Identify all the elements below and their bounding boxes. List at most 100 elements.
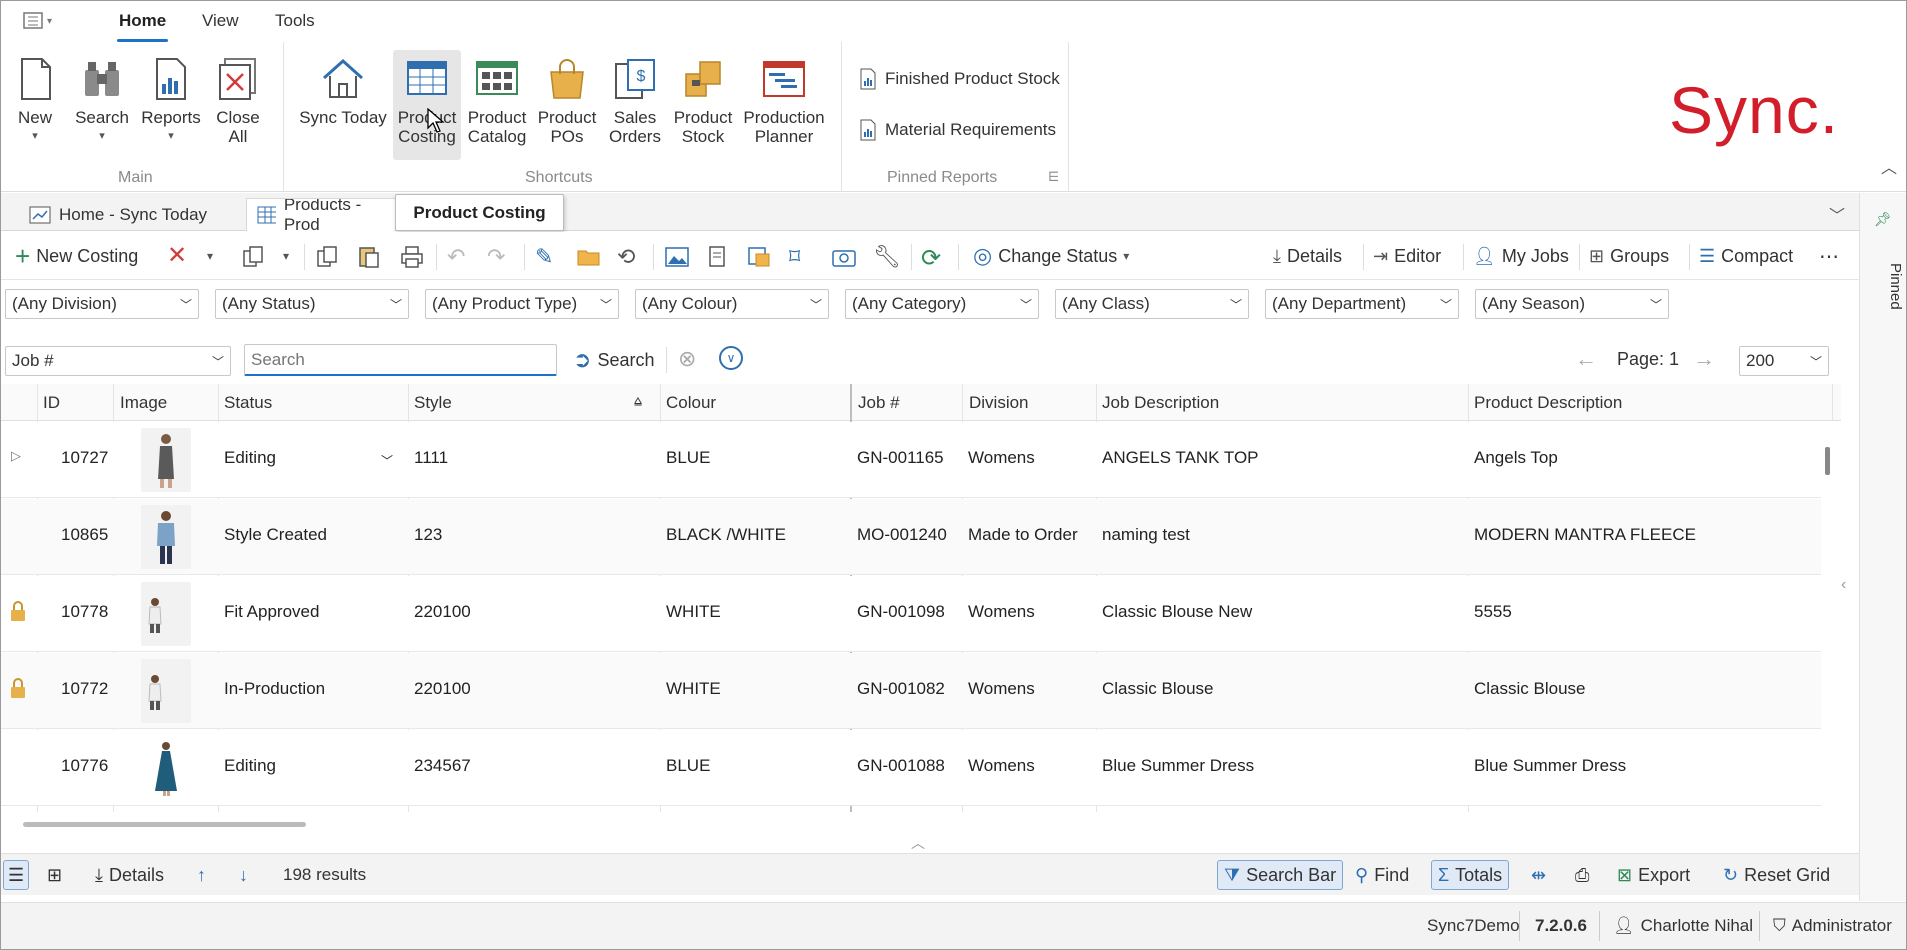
report-layout-icon[interactable] <box>746 244 772 270</box>
move-up-icon[interactable]: ↑ <box>197 860 206 890</box>
undo-icon[interactable]: ↶ <box>447 244 473 270</box>
category-filter[interactable]: (Any Category) ﹀ <box>845 289 1039 319</box>
tabs-dropdown-icon[interactable]: ﹀ <box>1829 202 1845 226</box>
pinned-report-finished-product-stock[interactable]: Finished Product Stock <box>859 68 1060 90</box>
column-header-job[interactable]: Job # <box>858 393 900 413</box>
previous-page-icon[interactable]: ← <box>1575 346 1597 372</box>
move-down-icon[interactable]: ↓ <box>239 860 248 890</box>
reports-button[interactable]: Reports ▾ <box>141 56 201 146</box>
sort-ascending-icon[interactable]: ⩠ <box>634 393 642 409</box>
column-header-image[interactable]: Image <box>120 393 167 413</box>
product-type-filter[interactable]: (Any Product Type) ﹀ <box>425 289 619 319</box>
column-header-colour[interactable]: Colour <box>666 393 716 413</box>
list-view-icon[interactable]: ☰ <box>3 860 30 890</box>
fit-columns-icon[interactable]: ⇹ <box>1531 860 1546 890</box>
find-button[interactable]: ⚲ Find <box>1355 860 1409 890</box>
clear-search-icon[interactable]: ⊗ <box>678 346 696 372</box>
status-filter[interactable]: (Any Status) ﹀ <box>215 289 409 319</box>
wrench-icon[interactable]: 🔧︎ <box>873 244 901 270</box>
refresh-icon[interactable]: ⟳ <box>921 244 947 272</box>
print-preview-icon[interactable]: ⎙ <box>1575 860 1589 890</box>
new-button[interactable]: New ▾ <box>13 56 57 146</box>
copy-special-icon[interactable] <box>241 244 267 270</box>
search-button[interactable]: Search ▾ <box>74 56 130 146</box>
collapse-ribbon-icon[interactable]: ︿ <box>1881 154 1897 178</box>
tab-home[interactable]: Home <box>116 11 169 42</box>
vertical-scrollbar-thumb[interactable] <box>1825 447 1830 475</box>
search-button[interactable]: ➲ Search <box>573 347 654 373</box>
column-header-style[interactable]: Style <box>414 393 452 413</box>
compact-button[interactable]: ☰ Compact <box>1699 242 1793 270</box>
history-icon[interactable]: ⟲ <box>617 244 643 270</box>
redo-icon[interactable]: ↷ <box>487 244 513 270</box>
table-row[interactable]: 10772 In-Production 220100 WHITE GN-0010… <box>1 653 1821 729</box>
paste-icon[interactable] <box>356 244 382 270</box>
expand-row-icon[interactable]: ▷ <box>11 448 21 464</box>
collapse-side-icon[interactable]: ‹ <box>1841 576 1846 594</box>
tag-icon[interactable]: ⌑ <box>789 244 815 270</box>
change-status-button[interactable]: ◎ Change Status ▾ <box>973 242 1129 270</box>
tab-tools[interactable]: Tools <box>275 11 315 31</box>
chevron-down-icon[interactable]: ▾ <box>283 249 309 275</box>
group-options-icon[interactable]: ⋿ <box>1048 169 1059 185</box>
reset-grid-button[interactable]: ↻ Reset Grid <box>1723 860 1830 890</box>
sales-orders-button[interactable]: $ Sales Orders <box>605 56 665 146</box>
search-field-select[interactable]: Job # ﹀ <box>5 346 231 376</box>
print-icon[interactable] <box>399 244 425 270</box>
production-planner-button[interactable]: Production Planner <box>739 56 829 146</box>
folder-icon[interactable] <box>576 244 602 270</box>
new-costing-button[interactable]: + New Costing <box>15 242 138 270</box>
class-filter[interactable]: (Any Class) ﹀ <box>1055 289 1249 319</box>
tab-view[interactable]: View <box>202 11 239 31</box>
editor-button[interactable]: ⇥ Editor <box>1373 242 1441 270</box>
product-costing-button[interactable]: Product Costing <box>393 50 461 160</box>
details-button[interactable]: ⤓ Details <box>1273 242 1342 270</box>
season-filter[interactable]: (Any Season) ﹀ <box>1475 289 1669 319</box>
edit-pencil-icon[interactable]: ✎ <box>535 244 561 270</box>
sync-today-button[interactable]: Sync Today <box>298 56 388 127</box>
more-options-icon[interactable]: ⋯ <box>1819 242 1839 270</box>
search-input[interactable] <box>244 344 557 376</box>
chevron-down-icon[interactable]: ▾ <box>207 249 233 275</box>
camera-icon[interactable] <box>831 244 857 270</box>
image-icon[interactable] <box>664 244 690 270</box>
colour-filter[interactable]: (Any Colour) ﹀ <box>635 289 829 319</box>
next-page-icon[interactable]: → <box>1693 346 1715 372</box>
column-header-status[interactable]: Status <box>224 393 272 413</box>
card-view-icon[interactable]: ⊞ <box>47 860 62 890</box>
close-all-button[interactable]: Close All <box>212 56 264 146</box>
department-filter[interactable]: (Any Department) ﹀ <box>1265 289 1459 319</box>
table-row[interactable]: 10865 Style Created 123 BLACK /WHITE MO-… <box>1 499 1821 575</box>
my-jobs-button[interactable]: 👤︎ My Jobs <box>1473 242 1569 270</box>
expand-panel-icon[interactable]: ︿ <box>911 833 925 853</box>
tab-products[interactable]: Products - Prod <box>246 198 396 231</box>
column-header-division[interactable]: Division <box>969 393 1029 413</box>
expand-search-icon[interactable]: ∨ <box>719 346 743 370</box>
pinned-side-panel[interactable]: 📌︎ Pinned <box>1859 193 1906 901</box>
copy-icon[interactable] <box>315 244 341 270</box>
export-button[interactable]: ⊠ Export <box>1617 860 1690 890</box>
column-header-id[interactable]: ID <box>43 393 60 413</box>
totals-toggle[interactable]: Σ Totals <box>1431 860 1510 890</box>
table-row[interactable]: 10778 Fit Approved 220100 WHITE GN-00109… <box>1 576 1821 652</box>
details-toggle-button[interactable]: ⤓ Details <box>95 860 164 890</box>
chevron-down-icon[interactable]: ﹀ <box>381 452 393 469</box>
tab-home-sync-today[interactable]: Home - Sync Today <box>19 198 244 231</box>
horizontal-scrollbar-thumb[interactable] <box>23 822 306 827</box>
table-row[interactable]: ▷ 10727 Editing ﹀ 1111 BLUE GN-001165 Wo… <box>1 422 1821 498</box>
product-catalog-button[interactable]: Product Catalog <box>467 56 527 146</box>
product-stock-button[interactable]: Product Stock <box>673 56 733 146</box>
document-icon[interactable] <box>705 244 731 270</box>
product-pos-button[interactable]: Product POs <box>537 56 597 146</box>
current-user[interactable]: 👤︎ Charlotte Nihal <box>1613 916 1753 936</box>
page-size-select[interactable]: 200 ﹀ <box>1739 346 1829 376</box>
column-header-job-description[interactable]: Job Description <box>1102 393 1219 413</box>
division-filter[interactable]: (Any Division) ﹀ <box>5 289 199 319</box>
app-menu-button[interactable]: ▾ <box>23 10 59 32</box>
delete-icon[interactable]: ✕ <box>167 244 193 270</box>
column-header-product-description[interactable]: Product Description <box>1474 393 1622 413</box>
table-row[interactable]: 10776 Editing 234567 BLUE GN-001088 Wome… <box>1 730 1821 806</box>
search-bar-toggle[interactable]: ⧩ Search Bar <box>1217 860 1344 890</box>
groups-button[interactable]: ⊞ Groups <box>1589 242 1669 270</box>
pinned-report-material-requirements[interactable]: Material Requirements <box>859 119 1056 141</box>
